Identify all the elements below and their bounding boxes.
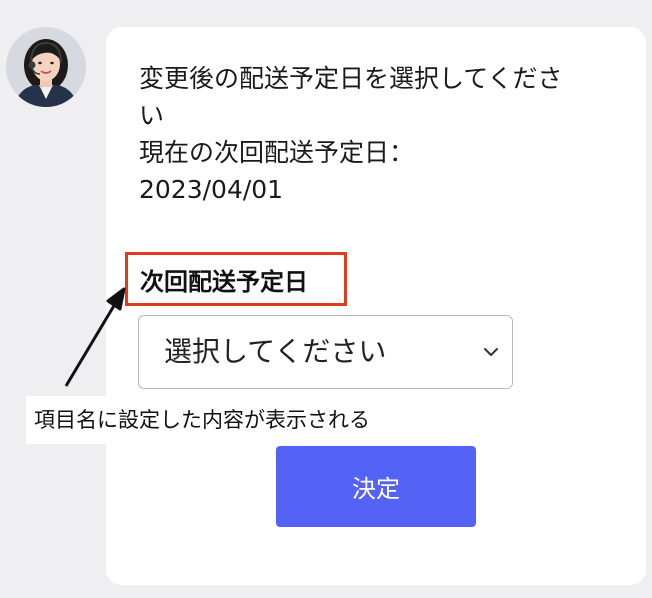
message-line: 2023/04/01 [139,175,284,204]
field-label-highlight: 次回配送予定日 [125,252,347,306]
submit-button[interactable]: 決定 [276,446,476,527]
message-line: 変更後の配送予定日を選択してくださ [139,64,563,93]
delivery-date-select[interactable]: 選択してください [138,315,513,389]
message-line: 現在の次回配送予定日： [139,138,415,167]
operator-avatar-image [6,27,86,107]
message-line: い [139,101,165,130]
select-value: 選択してください [164,335,387,368]
chevron-down-icon [484,348,498,356]
annotation-note: 項目名に設定した内容が表示される [26,396,378,444]
operator-avatar [6,27,86,107]
chat-message: 変更後の配送予定日を選択してくださ い 現在の次回配送予定日： 2023/04/… [139,60,619,208]
field-label: 次回配送予定日 [140,267,308,296]
